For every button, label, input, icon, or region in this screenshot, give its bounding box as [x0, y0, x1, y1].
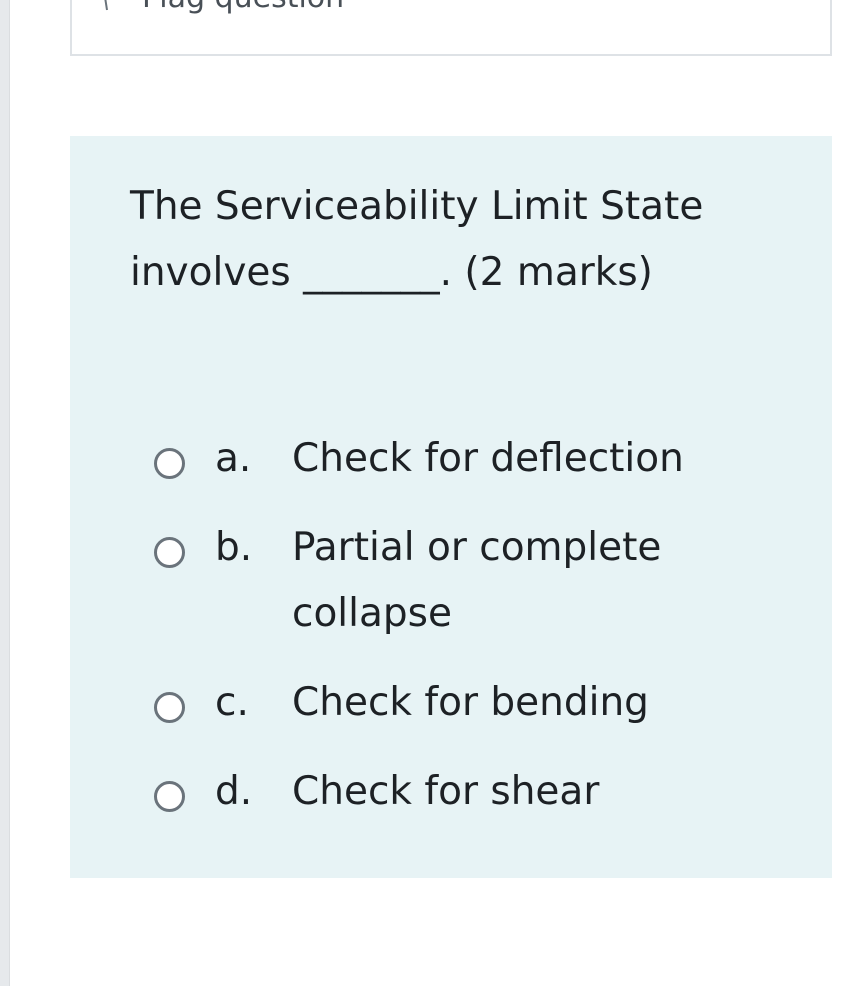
flag-question-link[interactable]: Flag question — [100, 0, 344, 17]
question-text: The Serviceability Limit State involves … — [130, 184, 704, 295]
answer-option-a[interactable]: a. Check for deflection — [154, 426, 794, 492]
answer-label-c[interactable]: Check for bending — [292, 670, 732, 736]
answer-label-b[interactable]: Partial or complete collapse — [292, 515, 732, 647]
radio-button-c[interactable] — [154, 692, 185, 723]
answer-letter-a: a. — [215, 436, 252, 481]
answer-letter-b: b. — [215, 525, 253, 570]
answer-option-d[interactable]: d. Check for shear — [154, 759, 794, 825]
radio-button-d[interactable] — [154, 781, 185, 812]
flag-icon — [100, 0, 122, 12]
answer-label-a[interactable]: Check for deflection — [292, 426, 732, 492]
answer-letter-d: d. — [215, 769, 253, 814]
answer-options: a. Check for deflection b. Partial or co… — [154, 426, 794, 848]
answer-option-b[interactable]: b. Partial or complete collapse — [154, 515, 794, 647]
question-info-box: Flag question — [70, 0, 832, 56]
flag-question-label: Flag question — [142, 0, 344, 15]
answer-option-c[interactable]: c. Check for bending — [154, 670, 794, 736]
radio-button-b[interactable] — [154, 537, 185, 568]
answer-label-d[interactable]: Check for shear — [292, 759, 732, 825]
left-border-strip — [0, 0, 10, 986]
answer-letter-c: c. — [215, 680, 249, 725]
question-formulation: The Serviceability Limit State involves … — [70, 136, 832, 878]
radio-button-a[interactable] — [154, 448, 185, 479]
